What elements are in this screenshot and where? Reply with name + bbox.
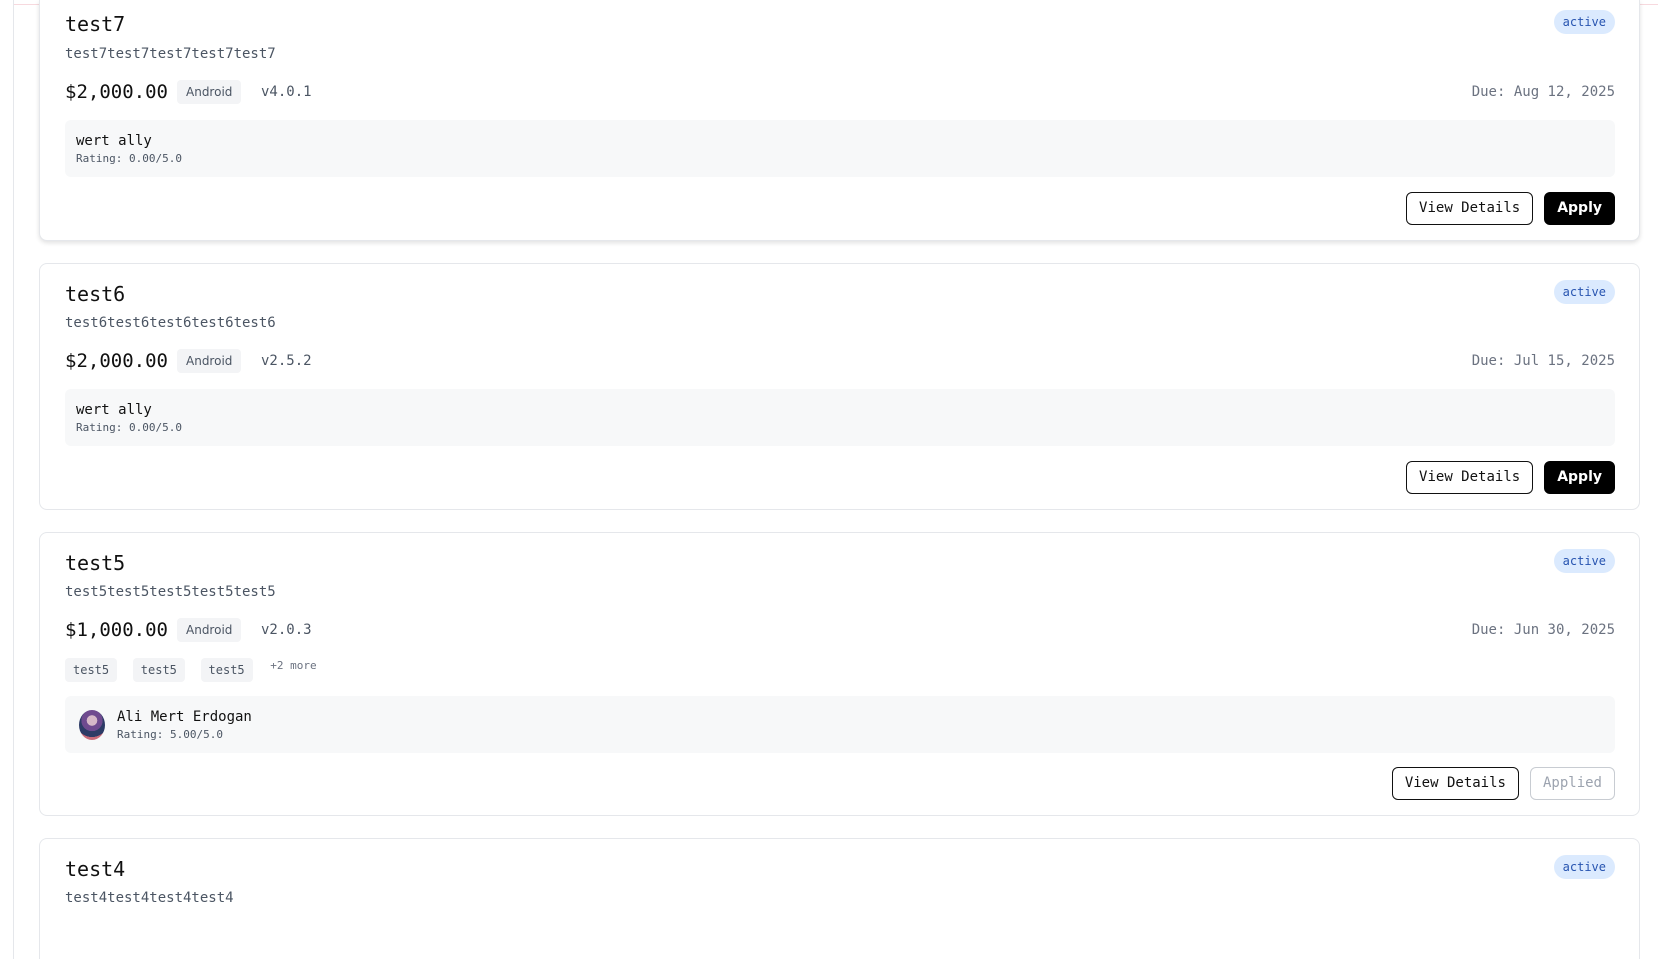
view-details-button[interactable]: View Details xyxy=(1406,192,1534,225)
owner-rating: Rating: 5.00/5.0 xyxy=(117,728,223,741)
skill-tag: test5 xyxy=(200,658,253,682)
platform-tag: Android xyxy=(177,80,242,104)
project-description: test7test7test7test7test7 xyxy=(65,46,276,62)
skill-tag: test5 xyxy=(132,658,185,682)
project-price: $1,000.00 xyxy=(65,619,168,641)
owner-name: wert ally xyxy=(76,402,152,418)
status-badge: active xyxy=(1553,280,1615,304)
project-meta: $2,000.00 Android v4.0.1 Due: Aug 12, 20… xyxy=(65,79,1615,105)
project-price: $2,000.00 xyxy=(65,350,168,372)
owner-panel: wert ally Rating: 0.00/5.0 xyxy=(65,389,1615,446)
owner-panel: wert ally Rating: 0.00/5.0 xyxy=(65,120,1615,177)
owner-name: Ali Mert Erdogan xyxy=(117,709,252,725)
project-description: test5test5test5test5test5 xyxy=(65,584,276,600)
owner-name: wert ally xyxy=(76,133,152,149)
project-description: test6test6test6test6test6 xyxy=(65,315,276,331)
project-price: $2,000.00 xyxy=(65,81,168,103)
apply-button[interactable]: Apply xyxy=(1544,461,1615,494)
status-badge: active xyxy=(1553,855,1615,879)
project-card: test6 active test6test6test6test6test6 $… xyxy=(39,263,1640,510)
applied-button: Applied xyxy=(1529,767,1615,800)
due-date: Due: Jul 15, 2025 xyxy=(1471,353,1615,369)
avatar xyxy=(79,710,105,740)
project-version: v2.5.2 xyxy=(261,353,312,369)
project-title: test4 xyxy=(65,857,126,881)
due-date: Due: Jun 30, 2025 xyxy=(1471,622,1615,638)
card-actions: View Details Apply xyxy=(1406,461,1615,494)
project-meta: $2,000.00 Android v2.5.2 Due: Jul 15, 20… xyxy=(65,348,1615,374)
view-details-button[interactable]: View Details xyxy=(1391,767,1519,800)
apply-button[interactable]: Apply xyxy=(1544,192,1615,225)
view-details-button[interactable]: View Details xyxy=(1406,461,1534,494)
skill-tag: test5 xyxy=(65,658,118,682)
project-title: test6 xyxy=(65,282,126,306)
project-version: v2.0.3 xyxy=(261,622,312,638)
project-title: test5 xyxy=(65,551,126,575)
platform-tag: Android xyxy=(177,618,242,642)
due-date: Due: Aug 12, 2025 xyxy=(1471,84,1615,100)
platform-tag: Android xyxy=(177,349,242,373)
owner-rating: Rating: 0.00/5.0 xyxy=(76,152,182,165)
more-tags-label: +2 more xyxy=(270,659,317,672)
project-title: test7 xyxy=(65,12,126,36)
project-card: test7 active test7test7test7test7test7 $… xyxy=(39,0,1640,241)
project-meta: $1,000.00 Android v2.0.3 Due: Jun 30, 20… xyxy=(65,617,1615,643)
skill-tags: test5 test5 test5 +2 more xyxy=(65,658,317,682)
project-card: test4 active test4test4test4test4 xyxy=(39,838,1640,959)
card-actions: View Details Applied xyxy=(1391,767,1615,800)
status-badge: active xyxy=(1553,549,1615,573)
status-badge: active xyxy=(1553,10,1615,34)
card-actions: View Details Apply xyxy=(1406,192,1615,225)
owner-panel: Ali Mert Erdogan Rating: 5.00/5.0 xyxy=(65,696,1615,753)
project-description: test4test4test4test4 xyxy=(65,890,234,906)
left-rail xyxy=(0,0,14,959)
owner-rating: Rating: 0.00/5.0 xyxy=(76,421,182,434)
project-version: v4.0.1 xyxy=(261,84,312,100)
project-card: test5 active test5test5test5test5test5 $… xyxy=(39,532,1640,816)
